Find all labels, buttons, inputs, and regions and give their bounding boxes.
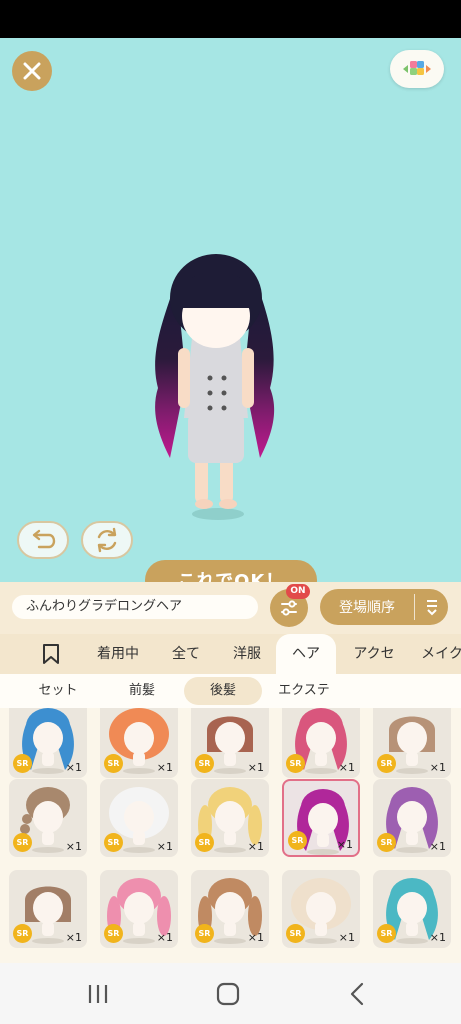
hair-item-card[interactable]: SR ×1 <box>282 708 360 778</box>
selected-item-name: ふんわりグラデロングヘア <box>12 595 258 619</box>
hair-item-card[interactable]: SR ×1 <box>100 779 178 857</box>
hair-item-card[interactable]: SR ×1 <box>100 708 178 778</box>
item-quantity: ×1 <box>429 840 446 853</box>
bookmark-icon <box>43 644 59 664</box>
rotate-icon <box>97 527 117 553</box>
rarity-badge: SR <box>377 754 396 773</box>
color-palette-icon <box>403 61 431 75</box>
rarity-badge: SR <box>286 754 305 773</box>
rarity-badge: SR <box>377 833 396 852</box>
item-quantity: ×1 <box>65 840 82 853</box>
hair-item-card[interactable]: SR ×1 <box>282 779 360 857</box>
hair-item-card[interactable]: SR ×1 <box>373 779 451 857</box>
hair-item-card[interactable]: SR ×1 <box>373 870 451 948</box>
hair-item-card[interactable]: SR ×1 <box>9 870 87 948</box>
rarity-badge: SR <box>286 924 305 943</box>
rarity-badge: SR <box>104 924 123 943</box>
rotate-button[interactable] <box>81 521 133 559</box>
rarity-badge: SR <box>195 754 214 773</box>
hair-item-card[interactable]: SR ×1 <box>191 870 269 948</box>
hair-item-card[interactable]: SR ×1 <box>191 779 269 857</box>
tab-makeup[interactable]: メイク <box>414 634 461 674</box>
item-quantity: ×1 <box>156 931 173 944</box>
rarity-badge: SR <box>13 924 32 943</box>
item-quantity: ×1 <box>429 931 446 944</box>
rarity-badge: SR <box>195 924 214 943</box>
rarity-badge: SR <box>104 754 123 773</box>
undo-icon <box>32 529 56 549</box>
tab-all[interactable]: 全て <box>160 634 212 674</box>
hair-item-card[interactable]: SR ×1 <box>100 870 178 948</box>
item-quantity: ×1 <box>247 840 264 853</box>
hair-item-card[interactable]: SR ×1 <box>9 708 87 778</box>
avatar-stage: これでOK！ <box>0 38 461 582</box>
subtab-set[interactable]: セット <box>20 677 96 705</box>
item-quantity: ×1 <box>65 931 82 944</box>
home-icon <box>216 982 240 1006</box>
item-quantity: ×1 <box>338 931 355 944</box>
close-button[interactable] <box>12 51 52 91</box>
rarity-badge: SR <box>13 833 32 852</box>
subtab-back-hair[interactable]: 後髪 <box>184 677 262 705</box>
tab-hair[interactable]: ヘア <box>276 634 336 674</box>
tab-bookmark[interactable] <box>26 634 76 674</box>
rarity-badge: SR <box>288 831 307 850</box>
tab-wearing[interactable]: 着用中 <box>86 634 150 674</box>
item-quantity: ×1 <box>338 761 355 774</box>
tab-accessory[interactable]: アクセ <box>344 634 404 674</box>
system-nav-bar <box>0 963 461 1024</box>
rarity-badge: SR <box>195 833 214 852</box>
rarity-badge: SR <box>377 924 396 943</box>
home-button[interactable] <box>208 981 248 1011</box>
hair-item-card[interactable]: SR ×1 <box>373 708 451 778</box>
tab-clothes[interactable]: 洋服 <box>222 634 272 674</box>
item-quantity: ×1 <box>156 761 173 774</box>
hair-item-card[interactable]: SR ×1 <box>191 708 269 778</box>
hair-item-card[interactable]: SR ×1 <box>9 779 87 857</box>
item-info-bar: ふんわりグラデロングヘア ON 登場順序 <box>0 582 461 634</box>
close-icon <box>23 62 41 80</box>
back-icon <box>350 982 364 1006</box>
filter-sliders-icon <box>281 600 297 616</box>
color-palette-button[interactable] <box>390 50 444 88</box>
sort-order-button[interactable]: 登場順序 <box>320 589 448 625</box>
item-quantity: ×1 <box>336 838 353 851</box>
status-bar <box>0 0 461 38</box>
item-quantity: ×1 <box>65 761 82 774</box>
rarity-badge: SR <box>104 833 123 852</box>
sort-direction-icon <box>415 598 448 616</box>
item-quantity: ×1 <box>429 761 446 774</box>
filter-on-badge: ON <box>286 584 310 599</box>
confirm-ok-button[interactable]: これでOK！ <box>145 560 317 582</box>
subtab-bangs[interactable]: 前髪 <box>104 677 180 705</box>
category-tabs: 着用中 全て 洋服 ヘア アクセ メイク <box>0 634 461 674</box>
hair-sub-tabs: セット 前髪 後髪 エクステ <box>0 674 461 708</box>
item-quantity: ×1 <box>247 761 264 774</box>
rarity-badge: SR <box>13 754 32 773</box>
subtab-extensions[interactable]: エクステ <box>266 677 342 705</box>
item-quantity: ×1 <box>247 931 264 944</box>
recent-apps-button[interactable] <box>78 981 118 1011</box>
item-grid: SR ×1 SR ×1 SR ×1 SR ×1 SR ×1 SR ×1 SR ×1 SR ×1 SR ×1 SR ×1… <box>0 708 461 963</box>
hair-item-card[interactable]: SR ×1 <box>282 870 360 948</box>
undo-button[interactable] <box>17 521 69 559</box>
back-button[interactable] <box>338 981 378 1011</box>
item-quantity: ×1 <box>156 840 173 853</box>
avatar-character <box>155 254 275 520</box>
sort-label: 登場順序 <box>339 600 395 616</box>
recent-apps-icon <box>88 985 108 1003</box>
